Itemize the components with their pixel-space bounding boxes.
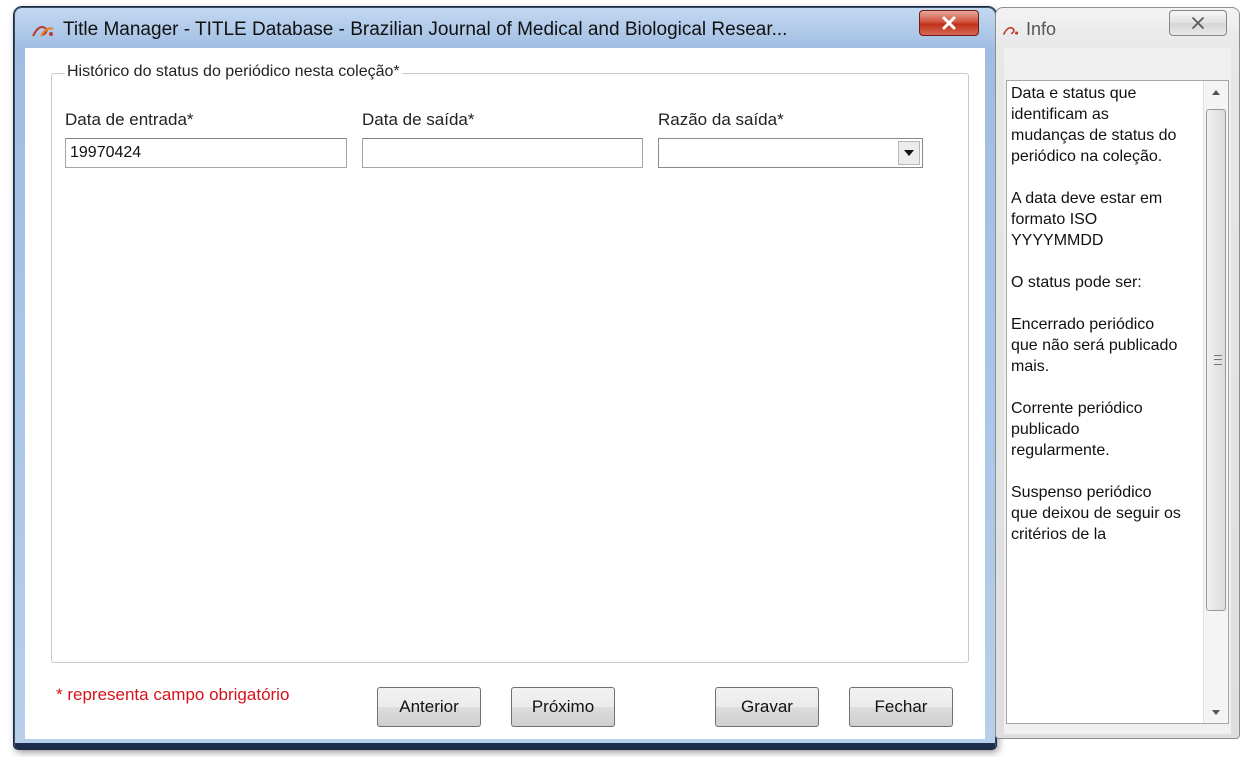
grip-icon: [1214, 355, 1222, 365]
entry-date-label: Data de entrada*: [65, 110, 194, 129]
info-paragraph: Corrente periódico publicado regularment…: [1011, 400, 1143, 459]
info-window: Info Data e status que identificam as mu…: [995, 7, 1240, 739]
scroll-thumb[interactable]: [1206, 109, 1226, 611]
title-bar[interactable]: Title Manager - TITLE Database - Brazili…: [15, 8, 995, 48]
info-paragraph: A data deve estar em formato ISO YYYYMMD…: [1011, 190, 1163, 249]
info-title-bar[interactable]: Info: [996, 8, 1239, 48]
next-button[interactable]: Próximo: [511, 687, 615, 727]
info-paragraph: O status pode ser:: [1011, 274, 1142, 291]
exit-reason-label: Razão da saída*: [658, 110, 784, 129]
info-client: Data e status que identificam as mudança…: [1004, 48, 1231, 734]
info-paragraph: Data e status que identificam as mudança…: [1011, 85, 1177, 165]
info-paragraph: Encerrado periódico que não será publica…: [1011, 316, 1178, 375]
title-manager-window: Title Manager - TITLE Database - Brazili…: [14, 7, 996, 749]
previous-button[interactable]: Anterior: [377, 687, 481, 727]
form-area: Histórico do status do periódico nesta c…: [25, 48, 985, 739]
info-text-box[interactable]: Data e status que identificam as mudança…: [1006, 80, 1229, 724]
exit-date-input[interactable]: [362, 138, 643, 168]
info-window-title: Info: [1026, 19, 1057, 39]
exit-reason-select[interactable]: [658, 138, 923, 168]
info-text: Data e status que identificam as mudança…: [1011, 83, 1181, 566]
scroll-down-button[interactable]: [1204, 701, 1228, 723]
close-button[interactable]: Fechar: [849, 687, 953, 727]
info-close-button[interactable]: [1169, 10, 1227, 36]
close-icon: [1192, 17, 1204, 29]
chevron-down-icon: [1212, 709, 1220, 715]
scroll-up-button[interactable]: [1204, 81, 1228, 103]
save-button[interactable]: Gravar: [715, 687, 819, 727]
vertical-scrollbar[interactable]: [1203, 81, 1228, 723]
scielo-logo-icon: [32, 26, 54, 37]
scielo-logo-icon: [1002, 26, 1019, 35]
window-title: Title Manager - TITLE Database - Brazili…: [63, 19, 788, 40]
window-close-button[interactable]: [919, 10, 979, 36]
status-history-group: Histórico do status do periódico nesta c…: [51, 63, 969, 663]
group-title: Histórico do status do periódico nesta c…: [65, 63, 402, 81]
exit-date-label: Data de saída*: [362, 110, 475, 129]
dropdown-button[interactable]: [898, 141, 920, 165]
close-icon: [942, 16, 956, 30]
chevron-up-icon: [1212, 89, 1220, 95]
entry-date-input[interactable]: [65, 138, 347, 168]
info-paragraph: Suspenso periódico que deixou de seguir …: [1011, 484, 1181, 543]
required-fields-note: * representa campo obrigatório: [56, 685, 290, 704]
chevron-down-icon: [904, 150, 914, 156]
